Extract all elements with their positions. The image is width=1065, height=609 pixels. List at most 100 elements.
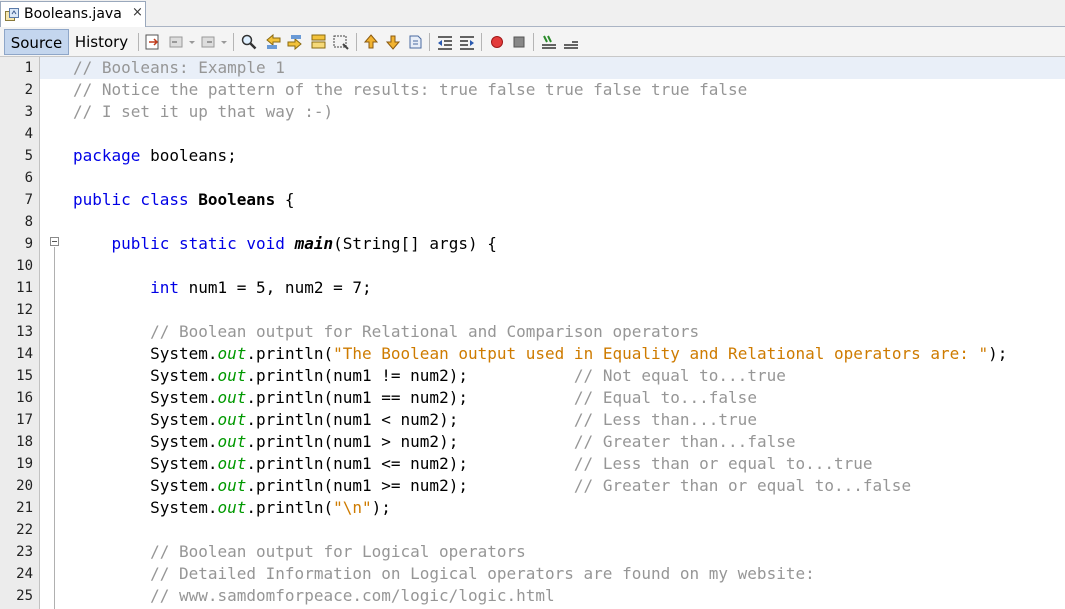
code-line-9: public static void main(String[] args) { [73, 233, 1063, 255]
code-text-segment: ); [371, 498, 391, 517]
comment: // Less than or equal to...true [573, 454, 873, 473]
comment: // Greater than or equal to...false [573, 476, 912, 495]
keyword: package [73, 146, 141, 165]
code-text-segment: System. [150, 344, 218, 363]
string-literal: "The Boolean output used in Equality and… [333, 344, 989, 363]
method-name: main [294, 234, 334, 253]
code-text-segment: System. [150, 432, 218, 451]
code-line-18: System.out.println(num1 > num2); // Grea… [73, 431, 1063, 453]
comment: // Not equal to...true [573, 366, 786, 385]
editor-toolbar: Source History [0, 27, 1065, 57]
comment: // I set it up that way :-) [73, 102, 334, 121]
back-icon[interactable] [168, 33, 186, 51]
toolbar-separator [356, 33, 357, 51]
source-view-button[interactable]: Source [4, 29, 69, 55]
toolbar-separator [233, 33, 234, 51]
comment: // Notice the pattern of the results: tr… [73, 80, 748, 99]
file-tab-booleans[interactable]: Booleans.java × [0, 1, 146, 27]
code-line-1: // Booleans: Example 1 [73, 57, 1063, 79]
line-number: 17 [16, 412, 33, 428]
code-line-7: public class Booleans { [73, 189, 1063, 211]
shift-right-icon[interactable] [458, 33, 476, 51]
toggle-bookmark-icon[interactable] [406, 33, 424, 51]
next-bookmark-icon[interactable] [384, 33, 402, 51]
code-text-segment: System. [150, 410, 218, 429]
line-number: 12 [16, 302, 33, 318]
static-field: out [217, 432, 247, 451]
line-number: 15 [16, 368, 33, 384]
code-line-17: System.out.println(num1 < num2); // Less… [73, 409, 1063, 431]
code-line-11: int num1 = 5, num2 = 7; [73, 277, 1063, 299]
editor-tab-bar: Booleans.java × [0, 0, 1065, 27]
code-text-segment: System. [150, 366, 218, 385]
line-numbers: 1 2 3 4 5 6 7 8 9 10 11 12 13 14 15 16 1… [0, 57, 33, 607]
line-number: 5 [24, 148, 33, 164]
collapse-fold-icon[interactable] [50, 237, 59, 246]
last-edit-icon[interactable] [144, 33, 162, 51]
static-field: out [217, 344, 247, 363]
static-field: out [217, 498, 247, 517]
comment: // Equal to...false [573, 388, 757, 407]
line-number: 14 [16, 346, 33, 362]
code-text-segment: { [275, 190, 295, 209]
line-number: 18 [16, 434, 33, 450]
comment: // Boolean output for Relational and Com… [150, 322, 700, 341]
line-number: 23 [16, 544, 33, 560]
class-name: Booleans [198, 190, 276, 209]
forward-icon[interactable] [200, 33, 218, 51]
stop-macro-icon[interactable] [510, 33, 528, 51]
java-file-icon [5, 8, 19, 21]
code-line-14: System.out.println("The Boolean output u… [73, 343, 1063, 365]
code-editor[interactable]: 1 2 3 4 5 6 7 8 9 10 11 12 13 14 15 16 1… [0, 57, 1065, 609]
history-view-button[interactable]: History [70, 29, 133, 55]
code-line-20: System.out.println(num1 >= num2); // Gre… [73, 475, 1063, 497]
line-number: 7 [24, 192, 33, 208]
previous-bookmark-icon[interactable] [362, 33, 380, 51]
find-selection-icon[interactable] [332, 33, 350, 51]
code-line-25: // www.samdomforpeace.com/logic/logic.ht… [73, 585, 1063, 607]
code-line-2: // Notice the pattern of the results: tr… [73, 79, 1063, 101]
code-text-segment: System. [150, 476, 218, 495]
code-text-segment: num1 = 5, num2 = 7; [178, 278, 372, 297]
comment: // Less than...true [573, 410, 757, 429]
find-next-icon[interactable] [286, 33, 304, 51]
comment: // Detailed Information on Logical opera… [150, 564, 815, 583]
line-number-gutter: 1 2 3 4 5 6 7 8 9 10 11 12 13 14 15 16 1… [0, 57, 40, 609]
static-field: out [217, 454, 247, 473]
toolbar-separator [481, 33, 482, 51]
record-macro-icon[interactable] [488, 33, 506, 51]
code-text-segment: ); [988, 344, 1008, 363]
forward-dropdown-icon[interactable] [220, 33, 228, 51]
find-icon[interactable] [240, 33, 258, 51]
static-field: out [217, 476, 247, 495]
line-number: 16 [16, 390, 33, 406]
line-number: 11 [16, 280, 33, 296]
back-dropdown-icon[interactable] [188, 33, 196, 51]
keyword: int [150, 278, 179, 297]
shift-left-icon[interactable] [436, 33, 454, 51]
code-text[interactable]: // Booleans: Example 1 // Notice the pat… [73, 57, 1063, 607]
code-text-segment: .println(num1 <= num2); [246, 454, 574, 473]
code-text-segment: .println(num1 == num2); [246, 388, 574, 407]
line-number: 8 [24, 214, 33, 230]
fold-guide-line [54, 247, 55, 609]
toolbar-separator [429, 33, 430, 51]
code-text-segment: System. [150, 388, 218, 407]
code-text-segment: System. [150, 498, 218, 517]
code-text-segment: .println(num1 > num2); [246, 432, 574, 451]
code-line-24: // Detailed Information on Logical opera… [73, 563, 1063, 585]
comment-icon[interactable] [540, 33, 558, 51]
comment: // www.samdomforpeace.com/logic/logic.ht… [150, 586, 555, 605]
code-text-segment: booleans; [140, 146, 237, 165]
comment: // Greater than...false [573, 432, 796, 451]
string-literal: "\n" [333, 498, 372, 517]
uncomment-icon[interactable] [562, 33, 580, 51]
find-previous-icon[interactable] [264, 33, 282, 51]
toggle-highlight-icon[interactable] [310, 33, 328, 51]
close-tab-icon[interactable]: × [132, 5, 143, 20]
code-line-3: // I set it up that way :-) [73, 101, 1063, 123]
line-number: 2 [24, 82, 33, 98]
